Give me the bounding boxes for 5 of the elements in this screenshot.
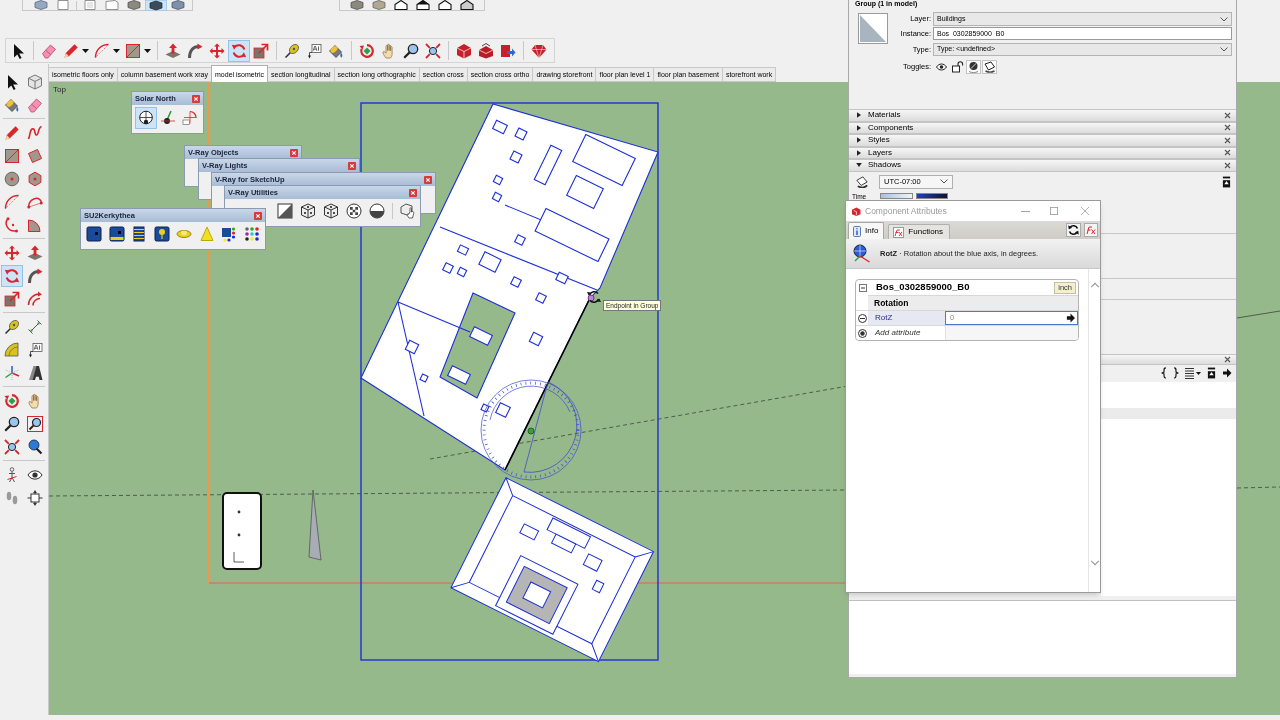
attribute-name: RotZ: [868, 311, 945, 325]
component-name: Bos_0302859000_B0: [876, 280, 970, 295]
section-heading: Rotation: [868, 295, 1078, 310]
window-title: Component Attributes: [865, 204, 947, 218]
view-label: Top: [53, 85, 66, 95]
